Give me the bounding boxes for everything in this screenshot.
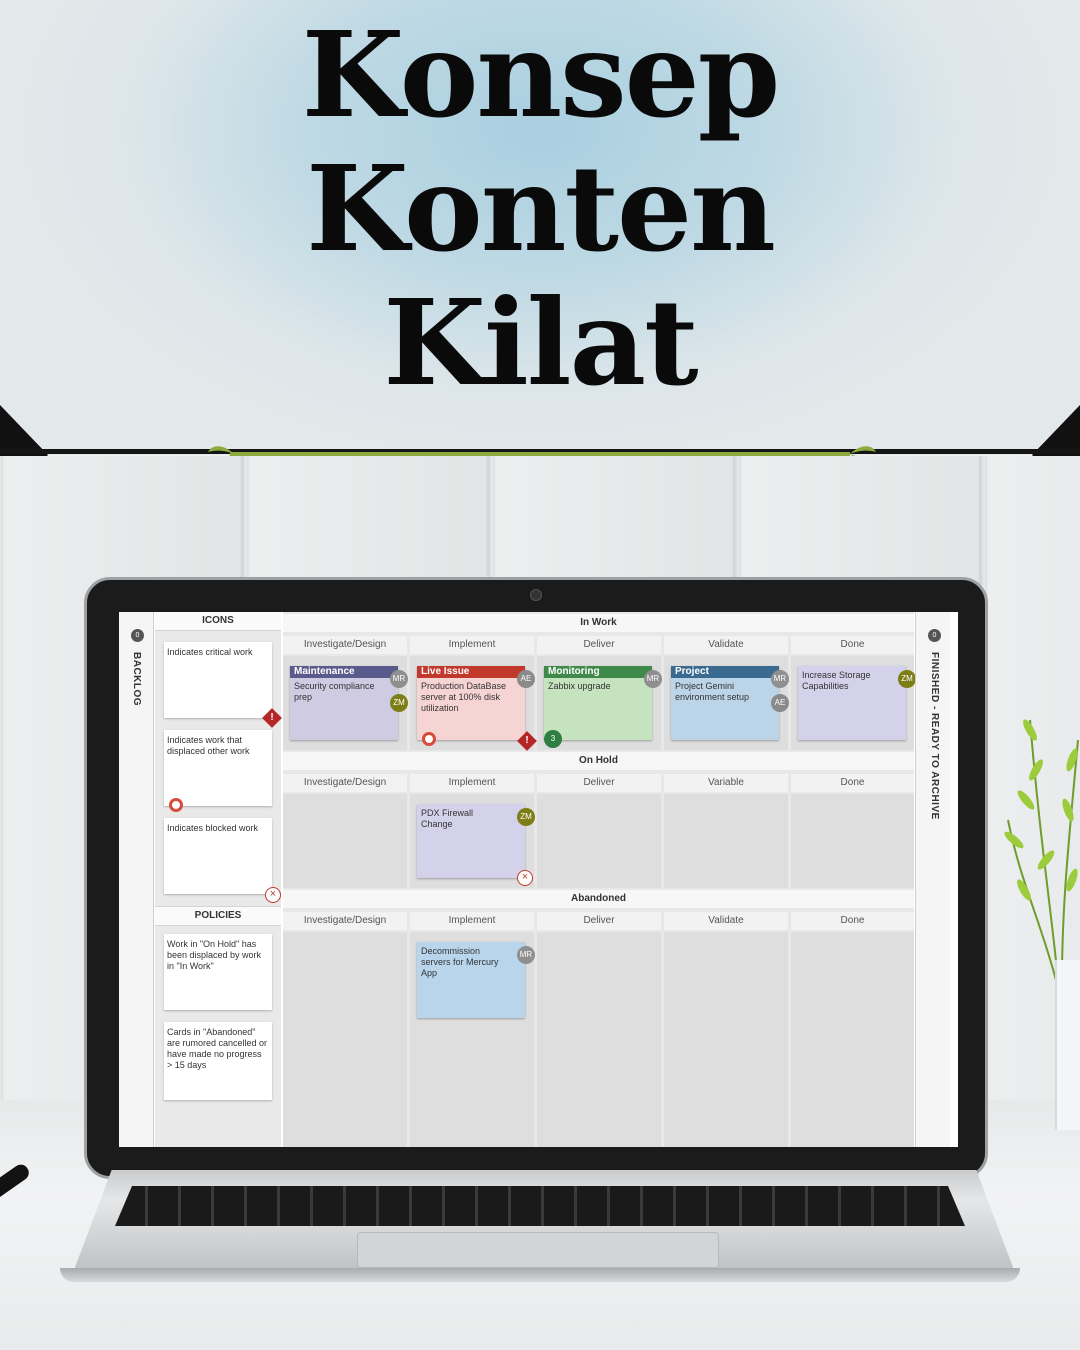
card-pdx-firewall[interactable]: PDX Firewall Change ZM × (417, 804, 535, 886)
card-type-label: Monitoring (544, 666, 652, 678)
card-text: Project Gemini environment setup (675, 681, 750, 702)
column-body (283, 794, 407, 888)
column-header[interactable]: Done (791, 912, 914, 930)
avatar[interactable]: MR (644, 670, 662, 688)
card-decommission[interactable]: Decommission servers for Mercury App MR (417, 942, 535, 1018)
backlog-label: BACKLOG (131, 652, 142, 707)
laptop-base-edge (60, 1268, 1020, 1282)
column-header[interactable]: Done (791, 636, 914, 654)
legend-note-blocked: Indicates blocked work (164, 818, 272, 894)
column-header[interactable]: Deliver (537, 636, 661, 654)
column-header[interactable]: Implement (410, 912, 534, 930)
avatar[interactable]: MR (390, 670, 408, 688)
column-body (283, 932, 407, 1147)
poster-title: Konsep Konten Kilat (0, 8, 1080, 410)
column-header[interactable]: Deliver (537, 912, 661, 930)
webcam-icon (530, 589, 542, 601)
card-maintenance[interactable]: Maintenance Security compliance prep MR … (290, 666, 408, 740)
card-text: Decommission servers for Mercury App (421, 946, 499, 978)
title-line-1: Konsep (301, 5, 780, 144)
column-body (537, 794, 661, 888)
lifebuoy-icon (169, 798, 183, 812)
laptop-keyboard (115, 1186, 965, 1226)
policy-note-text: Work in "On Hold" has been displaced by … (167, 939, 262, 971)
avatar[interactable]: AE (517, 670, 535, 688)
column-header[interactable]: Deliver (537, 774, 661, 792)
avatar[interactable]: AE (771, 694, 789, 712)
count-badge: 3 (544, 730, 562, 748)
legend-note-text: Indicates work that displaced other work (167, 735, 250, 756)
card-text: PDX Firewall Change (421, 808, 474, 829)
icons-header: ICONS (155, 612, 281, 631)
laptop-trackpad[interactable] (357, 1232, 719, 1268)
legend-note-text: Indicates blocked work (167, 823, 259, 833)
plant-icon (1004, 719, 1079, 980)
card-type-label: Project (671, 666, 779, 678)
title-line-3: Kilat (383, 273, 698, 412)
section-title-in-work: In Work (283, 614, 914, 632)
card-type-label: Live Issue (417, 666, 525, 678)
avatar[interactable]: MR (517, 946, 535, 964)
column-header[interactable]: Implement (410, 774, 534, 792)
card-project[interactable]: Project Project Gemini environment setup… (671, 666, 789, 740)
column-header[interactable]: Validate (664, 636, 788, 654)
finished-label: FINISHED - READY TO ARCHIVE (929, 652, 940, 820)
legend-column: ICONS Indicates critical work ! Indicate… (155, 612, 282, 1147)
finished-lane[interactable]: 0 FINISHED - READY TO ARCHIVE (915, 612, 950, 1147)
section-title-abandoned: Abandoned (283, 890, 914, 908)
backlog-lane[interactable]: 0 BACKLOG (119, 612, 154, 1147)
policies-header: POLICIES (155, 906, 281, 926)
card-text: Production DataBase server at 100% disk … (421, 681, 507, 713)
kanban-screen: 0 BACKLOG ICONS Indicates critical work … (119, 612, 958, 1147)
column-header[interactable]: Validate (664, 912, 788, 930)
column-header[interactable]: Done (791, 774, 914, 792)
legend-note-text: Indicates critical work (167, 647, 253, 657)
card-live-issue[interactable]: Live Issue Production DataBase server at… (417, 666, 537, 751)
legend-note-displaced: Indicates work that displaced other work (164, 730, 272, 806)
kanban-board: In Work Investigate/Design Implement Del… (283, 612, 916, 1147)
section-title-on-hold: On Hold (283, 752, 914, 770)
column-header[interactable]: Investigate/Design (283, 774, 407, 792)
avatar[interactable]: ZM (898, 670, 916, 688)
lifebuoy-icon (422, 732, 436, 746)
column-body (664, 932, 788, 1147)
blocked-icon: × (517, 870, 533, 886)
critical-icon: ! (517, 731, 537, 751)
title-line-2: Konten (306, 139, 776, 278)
column-header[interactable]: Variable (664, 774, 788, 792)
policy-note-abandoned: Cards in "Abandoned" are rumored cancell… (164, 1022, 272, 1100)
policy-note-text: Cards in "Abandoned" are rumored cancell… (167, 1027, 268, 1070)
column-body (791, 794, 914, 888)
legend-note-critical: Indicates critical work (164, 642, 272, 718)
column-body (791, 932, 914, 1147)
column-header[interactable]: Implement (410, 636, 534, 654)
column-body (664, 794, 788, 888)
avatar[interactable]: ZM (517, 808, 535, 826)
backlog-count-badge: 0 (131, 629, 144, 642)
card-text: Increase Storage Capabilities (802, 670, 871, 691)
avatar[interactable]: MR (771, 670, 789, 688)
column-header[interactable]: Investigate/Design (283, 636, 407, 654)
critical-icon: ! (262, 708, 282, 728)
blocked-icon: × (265, 887, 281, 903)
column-header[interactable]: Investigate/Design (283, 912, 407, 930)
plant-pot (1055, 960, 1080, 1130)
card-text: Zabbix upgrade (548, 681, 611, 691)
avatar[interactable]: ZM (390, 694, 408, 712)
card-type-label: Maintenance (290, 666, 398, 678)
card-storage[interactable]: Increase Storage Capabilities ZM (798, 666, 916, 740)
card-monitoring[interactable]: Monitoring Zabbix upgrade MR 3 (544, 666, 662, 748)
column-body (537, 932, 661, 1147)
card-text: Security compliance prep (294, 681, 375, 702)
finished-count-badge: 0 (928, 629, 941, 642)
policy-note-on-hold: Work in "On Hold" has been displaced by … (164, 934, 272, 1010)
